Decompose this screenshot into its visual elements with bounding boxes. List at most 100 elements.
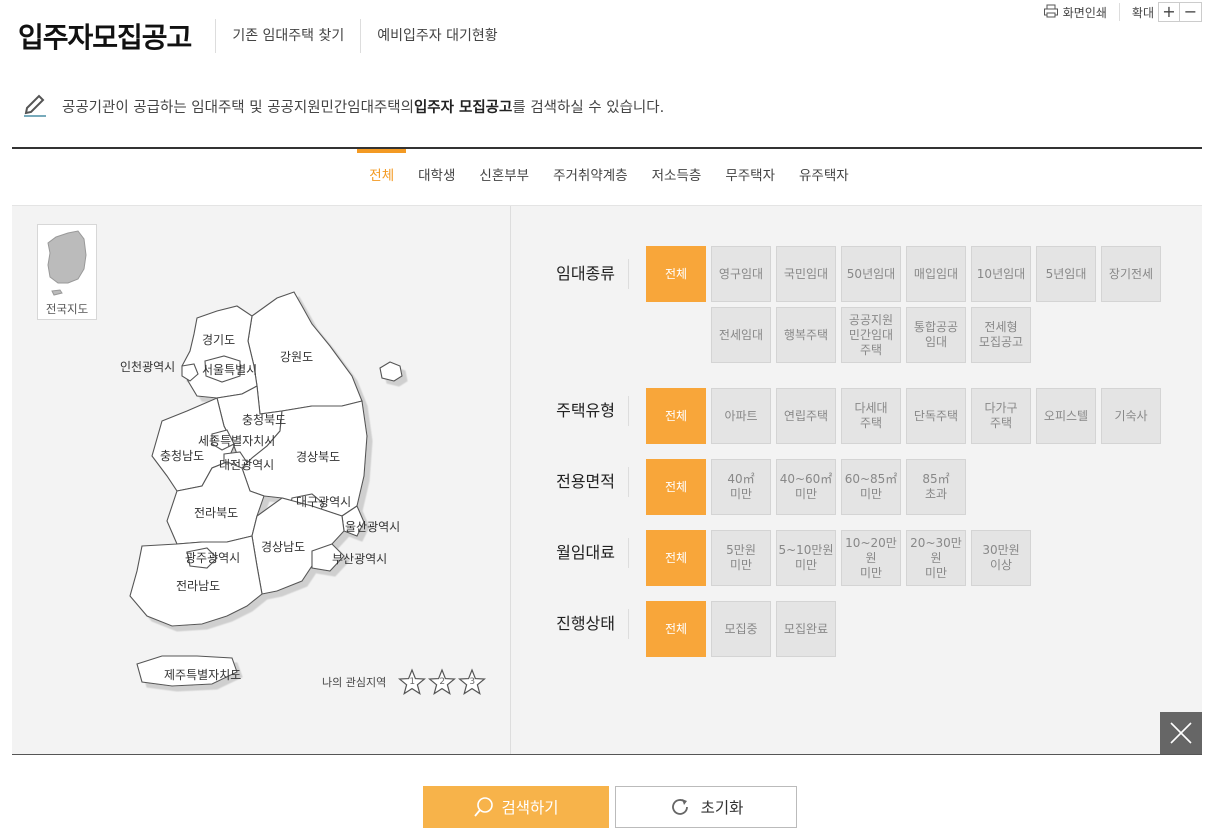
option-all-button[interactable]: 전체 (646, 601, 706, 657)
star-number: 3 (469, 677, 476, 687)
page-header: 입주자모집공고 기존 임대주택 찾기 예비입주자 대기현황 (18, 16, 514, 56)
option-button[interactable]: 85㎡ 초과 (906, 459, 966, 515)
zoom-in-button[interactable]: + (1158, 2, 1180, 22)
pencil-icon (22, 90, 62, 122)
filter-options: 전체 모집중 모집완료 (646, 601, 1166, 657)
option-button[interactable]: 오피스텔 (1036, 388, 1096, 444)
intro-highlight: 입주자 모집공고 (413, 99, 513, 116)
option-button[interactable]: 5만원 미만 (711, 530, 771, 586)
label-gangwon[interactable]: 강원도 (280, 350, 313, 364)
label-chungbuk[interactable]: 충청북도 (242, 413, 286, 427)
tab-vulnerable[interactable]: 주거취약계층 (541, 149, 640, 205)
filter-options: 전체 40㎡ 미만 40~60㎡ 미만 60~85㎡ 미만 85㎡ 초과 (646, 459, 1166, 515)
top-utilities: 화면인쇄 확대 + − (1043, 2, 1202, 22)
tab-newlyweds[interactable]: 신혼부부 (467, 149, 541, 205)
option-button[interactable]: 50년임대 (841, 246, 901, 302)
label-sejong[interactable]: 세종특별자치시 (198, 434, 275, 448)
filter-label: 전용면적 (511, 467, 629, 497)
tab-university[interactable]: 대학생 (406, 149, 467, 205)
star-number: 1 (409, 677, 416, 687)
tab-all[interactable]: 전체 (357, 149, 406, 205)
label-chungnam[interactable]: 충청남도 (160, 449, 204, 463)
my-interest-regions: 나의 관심지역 1 2 3 (322, 668, 487, 696)
filter-label: 임대종류 (511, 259, 629, 289)
option-button[interactable]: 다가구 주택 (971, 388, 1031, 444)
option-button[interactable]: 40~60㎡ 미만 (776, 459, 836, 515)
zoom-label: 확대 (1131, 5, 1154, 20)
tab-homeowner[interactable]: 유주택자 (787, 149, 861, 205)
existing-rental-link[interactable]: 기존 임대주택 찾기 (215, 19, 360, 53)
option-button[interactable]: 모집중 (711, 601, 771, 657)
action-buttons: 검색하기 초기화 (0, 786, 1216, 828)
filter-label: 주택유형 (511, 396, 629, 426)
waiting-status-link[interactable]: 예비입주자 대기현황 (360, 19, 513, 53)
label-daejeon[interactable]: 대전광역시 (219, 458, 274, 472)
filter-area: 임대종류 전체 영구임대 국민임대 50년임대 매입임대 10년임대 5년임대 장기전세 전세임… (511, 206, 1202, 754)
interest-label: 나의 관심지역 (322, 676, 387, 689)
option-button[interactable]: 행복주택 (776, 307, 836, 363)
region-gyeonggi[interactable] (181, 305, 258, 399)
option-button[interactable]: 국민임대 (776, 246, 836, 302)
printer-icon (1043, 4, 1059, 21)
option-all-button[interactable]: 전체 (646, 388, 706, 444)
filter-options: 전체 영구임대 국민임대 50년임대 매입임대 10년임대 5년임대 장기전세전세임대 행복주택… (646, 246, 1166, 363)
interest-star-2[interactable]: 2 (428, 668, 457, 696)
interest-star-1[interactable]: 1 (398, 668, 427, 696)
option-button[interactable]: 연립주택 (776, 388, 836, 444)
filter-options: 전체 5만원 미만 5~10만원 미만 10~20만원 미만 20~30만원 미만 30만… (646, 530, 1166, 586)
option-button[interactable]: 공공지원 민간임대 주택 (841, 307, 901, 363)
option-button[interactable]: 매입임대 (906, 246, 966, 302)
option-button[interactable]: 60~85㎡ 미만 (841, 459, 901, 515)
region-ulleung[interactable] (379, 361, 403, 382)
option-button[interactable]: 영구임대 (711, 246, 771, 302)
option-all-button[interactable]: 전체 (646, 246, 706, 302)
star-number: 2 (439, 677, 446, 687)
option-button[interactable]: 30만원 이상 (971, 530, 1031, 586)
close-icon (1170, 722, 1192, 744)
label-gyeongbuk[interactable]: 경상북도 (296, 450, 340, 464)
reset-button[interactable]: 초기화 (615, 786, 797, 828)
filter-options: 전체 아파트 연립주택 다세대 주택 단독주택 다가구 주택 오피스텔 기숙사 (646, 388, 1166, 444)
reset-label: 초기화 (700, 800, 744, 817)
intro-text: 공공기관이 공급하는 임대주택 및 공공지원민간임대주택의 입주자 모집공고 를 … (22, 90, 664, 122)
option-button[interactable]: 5~10만원 미만 (776, 530, 836, 586)
interest-star-3[interactable]: 3 (458, 668, 487, 696)
tab-homeless[interactable]: 무주택자 (713, 149, 787, 205)
option-button[interactable]: 10년임대 (971, 246, 1031, 302)
label-daegu[interactable]: 대구광역시 (296, 495, 351, 509)
option-button[interactable]: 20~30만원 미만 (906, 530, 966, 586)
print-button[interactable]: 화면인쇄 (1043, 3, 1120, 21)
label-ulsan[interactable]: 울산광역시 (345, 520, 400, 534)
option-all-button[interactable]: 전체 (646, 530, 706, 586)
label-incheon[interactable]: 인천광역시 (120, 359, 175, 374)
option-button[interactable]: 전세임대 (711, 307, 771, 363)
refresh-icon (671, 799, 688, 815)
label-jeonbuk[interactable]: 전라북도 (194, 506, 238, 520)
intro-after: 를 검색하실 수 있습니다. (512, 99, 665, 116)
zoom-out-button[interactable]: − (1180, 2, 1202, 22)
search-panel: 전국지도 경기도 인천광역시 서울특별시 강원도 충청북도 세종특별자치시 충청… (12, 205, 1202, 755)
search-button[interactable]: 검색하기 (423, 786, 609, 828)
option-button[interactable]: 다세대 주택 (841, 388, 901, 444)
label-gyeongnam[interactable]: 경상남도 (261, 540, 305, 554)
option-button[interactable]: 전세형 모집공고 (971, 307, 1031, 363)
label-busan[interactable]: 부산광역시 (332, 552, 387, 566)
label-jeju[interactable]: 제주특별자치도 (164, 668, 241, 682)
option-button[interactable]: 단독주택 (906, 388, 966, 444)
label-gyeonggi[interactable]: 경기도 (202, 333, 235, 347)
label-gwangju[interactable]: 광주광역시 (185, 551, 240, 565)
option-button[interactable]: 통합공공 임대 (906, 307, 966, 363)
label-seoul[interactable]: 서울특별시 (202, 363, 257, 377)
option-button[interactable]: 기숙사 (1101, 388, 1161, 444)
option-button[interactable]: 아파트 (711, 388, 771, 444)
tab-low-income[interactable]: 저소득층 (640, 149, 714, 205)
option-button[interactable]: 모집완료 (776, 601, 836, 657)
option-button[interactable]: 5년임대 (1036, 246, 1096, 302)
option-button[interactable]: 장기전세 (1101, 246, 1161, 302)
label-jeonnam[interactable]: 전라남도 (176, 579, 220, 593)
option-button[interactable]: 40㎡ 미만 (711, 459, 771, 515)
close-panel-button[interactable] (1160, 712, 1202, 754)
option-button[interactable]: 10~20만원 미만 (841, 530, 901, 586)
filter-label: 월임대료 (511, 538, 629, 568)
option-all-button[interactable]: 전체 (646, 459, 706, 515)
